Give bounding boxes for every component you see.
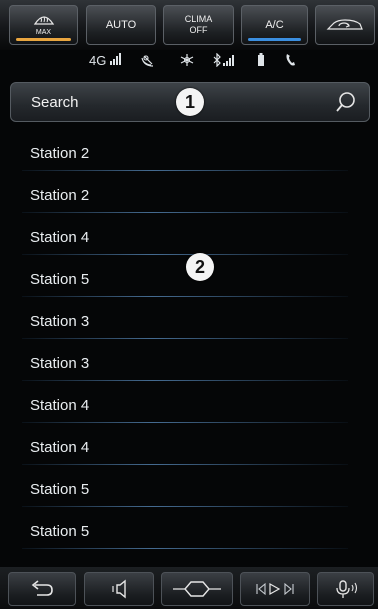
traffic-icon: [179, 53, 195, 70]
climate-control-bar: MAX AUTO CLIMA OFF A/C: [0, 0, 378, 50]
back-icon: [31, 580, 53, 596]
clima-off-button[interactable]: CLIMA OFF: [163, 5, 234, 45]
auto-button[interactable]: AUTO: [86, 5, 156, 45]
station-list-item[interactable]: Station 3: [0, 341, 378, 383]
station-list-item[interactable]: Station 4: [0, 215, 378, 257]
bluetooth-icon: [212, 52, 222, 70]
station-list: Station 2 Station 2 Station 4 Station 5 …: [0, 131, 378, 551]
search-label: Search: [31, 94, 79, 111]
auto-label: AUTO: [105, 18, 137, 31]
search-icon[interactable]: [335, 91, 357, 118]
defrost-icon: [33, 15, 54, 25]
media-skip-icon: [256, 582, 294, 596]
signal-strength-icon: [110, 53, 122, 68]
callout-badge-1: 1: [176, 88, 204, 116]
station-list-item[interactable]: Station 3: [0, 299, 378, 341]
ac-active-indicator: [248, 38, 301, 41]
satellite-icon: [141, 53, 155, 70]
max-active-indicator: [16, 38, 71, 41]
clima-label: CLIMA: [184, 14, 213, 24]
station-list-item[interactable]: Station 2: [0, 173, 378, 215]
voice-button[interactable]: [317, 572, 374, 606]
ac-button[interactable]: A/C: [241, 5, 308, 45]
station-list-item[interactable]: Station 4: [0, 425, 378, 467]
ac-label: A/C: [265, 18, 284, 31]
voice-icon: [335, 580, 357, 598]
battery-icon: [257, 53, 265, 70]
back-button[interactable]: [8, 572, 76, 606]
home-icon: [173, 581, 221, 597]
bottom-nav-bar: [0, 567, 378, 609]
recirculation-button[interactable]: [315, 5, 375, 45]
max-defrost-button[interactable]: MAX: [9, 5, 78, 45]
off-label: OFF: [189, 25, 208, 35]
station-list-item[interactable]: Station 5: [0, 509, 378, 551]
callout-badge-2: 2: [186, 253, 214, 281]
station-list-item[interactable]: Station 5: [0, 467, 378, 509]
station-list-item[interactable]: Station 2: [0, 131, 378, 173]
media-skip-button[interactable]: [240, 572, 310, 606]
phone-icon: [285, 53, 297, 70]
recirculation-icon: [326, 19, 363, 30]
volume-button[interactable]: [84, 572, 154, 606]
home-button[interactable]: [161, 572, 233, 606]
station-list-item[interactable]: Station 4: [0, 383, 378, 425]
status-bar: 4G: [0, 50, 378, 72]
volume-icon: [112, 579, 126, 599]
max-label: MAX: [35, 28, 52, 36]
phone-signal-icon: [223, 54, 235, 69]
network-type-label: 4G: [89, 53, 107, 68]
